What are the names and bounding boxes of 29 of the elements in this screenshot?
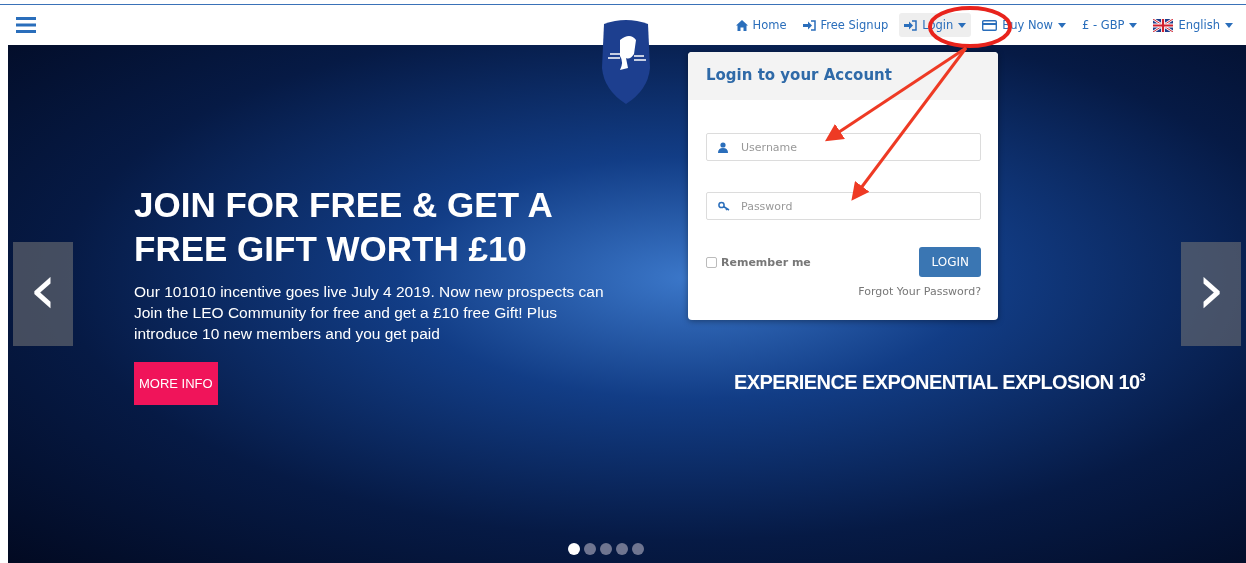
nav-link[interactable]: English [1148, 13, 1238, 37]
shield-logo[interactable] [600, 18, 652, 104]
nav-link[interactable]: Free Signup [797, 13, 894, 37]
nav-link[interactable]: £ - GBP [1076, 13, 1143, 37]
slide-text: Our 101010 incentive goes live July 4 2019. Now new prospects can Join the LEO Community for free and get a £10 free Gift! Plus introduce 10 new members and you get paid [134, 282, 605, 344]
carousel-dot[interactable] [584, 543, 596, 555]
carousel-dot[interactable] [600, 543, 612, 555]
remember-me-label: Remember me [721, 255, 811, 269]
previous-slide-button[interactable]: ‹ [13, 242, 73, 346]
sign-in-icon [802, 19, 816, 31]
credit-card-icon [982, 19, 998, 31]
login-panel-title: Login to your Account [706, 66, 892, 84]
carousel-dot[interactable] [632, 543, 644, 555]
login-button[interactable]: LOGIN [919, 247, 981, 277]
next-slide-button[interactable]: › [1181, 242, 1241, 346]
remember-checkbox[interactable] [706, 256, 717, 268]
username-field[interactable]: Username [706, 133, 981, 161]
forgot-password-link[interactable]: Forgot Your Password? [858, 285, 981, 298]
carousel-dot[interactable] [568, 543, 580, 555]
password-field[interactable]: Password [706, 192, 981, 220]
nav-link[interactable]: Home [730, 13, 792, 37]
slide-heading: JOIN FOR FREE & GET A FREE GIFT WORTH £10 [134, 184, 553, 270]
slide-tagline: EXPERIENCE EXPONENTIAL EXPLOSION 10$^{3}$ [734, 370, 1145, 394]
house-icon [735, 19, 748, 31]
carousel-dot[interactable] [616, 543, 628, 555]
more-info-button[interactable]: MORE INFO [134, 362, 218, 405]
union-flag-icon [1153, 18, 1174, 32]
sign-in-icon [904, 19, 918, 31]
menu-icon[interactable] [16, 17, 36, 33]
